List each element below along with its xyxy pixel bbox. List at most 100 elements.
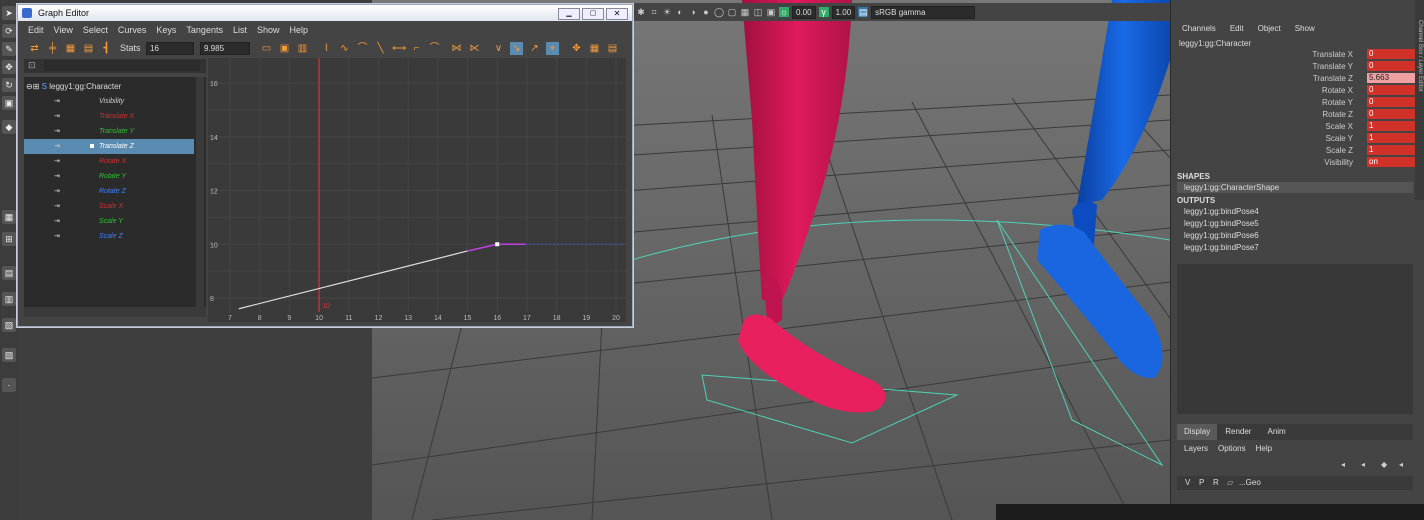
flat-tangent-icon[interactable]: ⟷ — [392, 42, 406, 55]
cb-attr-value[interactable]: 5.663 — [1367, 73, 1415, 83]
snap-icon[interactable]: ✥ — [570, 42, 583, 55]
cb-menu-object[interactable]: Object — [1258, 24, 1281, 33]
outliner-channel-row[interactable]: ⇥ Translate X — [24, 109, 194, 124]
graph-curves[interactable]: 7 8 9 10 11 12 13 14 15 16 17 18 19 20 16 14 12 10 8 10 — [208, 58, 626, 322]
exposure-input[interactable]: 0.00 — [792, 5, 816, 19]
outliner-channel-row[interactable]: ⇥ Scale Y — [24, 214, 194, 229]
menu-tangents[interactable]: Tangents — [186, 21, 223, 39]
break-tangent-icon[interactable]: ⋈ — [450, 42, 463, 55]
layout-persp-icon[interactable]: ▧ — [2, 318, 16, 332]
layer-add-icon[interactable]: ◆ — [1381, 460, 1387, 469]
cb-side-tab[interactable]: Channel Box / Layer Editor — [1415, 0, 1424, 200]
shape-row[interactable]: leggy1:gg:CharacterShape — [1177, 182, 1413, 193]
outliner-channel-row[interactable]: ⇥ Scale Z — [24, 229, 194, 244]
filter-input[interactable] — [44, 60, 200, 71]
graph-editor-titlebar[interactable]: Graph Editor ▁ ▢ ✕ — [18, 5, 632, 21]
cb-attr-value[interactable]: 0 — [1367, 61, 1415, 71]
stats-value-input[interactable]: 9.985 — [200, 42, 250, 55]
select-tool-icon[interactable]: ➤ — [2, 6, 16, 20]
layer-row[interactable]: V P R ▱ ...Geo — [1177, 476, 1413, 490]
layout-side-icon[interactable]: ▤ — [2, 266, 16, 280]
rotate-tool-icon[interactable]: ↻ — [2, 78, 16, 92]
layout-stack-icon[interactable]: ▥ — [2, 292, 16, 306]
layout-outliner-icon[interactable]: ▨ — [2, 348, 16, 362]
layer-menu-options[interactable]: Options — [1218, 444, 1246, 453]
more-icon[interactable]: · — [2, 378, 16, 392]
outliner-channel-row[interactable]: ⇥ Scale X — [24, 199, 194, 214]
cb-attr-row[interactable]: Rotate Y 0 — [1171, 97, 1415, 109]
texture-icon[interactable]: ◑ — [688, 7, 698, 17]
spline-tangent-icon[interactable]: ∿ — [338, 42, 351, 55]
unify-tangent-icon[interactable]: ⋉ — [468, 42, 481, 55]
cb-attr-value[interactable]: 0 — [1367, 49, 1415, 59]
cb-attr-value[interactable]: 0 — [1367, 109, 1415, 119]
scale-tool-icon[interactable]: ▣ — [2, 96, 16, 110]
cb-attr-row[interactable]: Rotate Z 0 — [1171, 109, 1415, 121]
outliner-channel-row[interactable]: ⇥ Translate Y — [24, 124, 194, 139]
cb-attr-row[interactable]: Translate X 0 — [1171, 49, 1415, 61]
tab-render[interactable]: Render — [1217, 424, 1259, 440]
cb-attr-value[interactable]: on — [1367, 157, 1415, 167]
outliner-channel-row[interactable]: ⇥ Rotate Z — [24, 184, 194, 199]
frame-all-icon[interactable]: ▭ — [260, 42, 273, 55]
layer-move-icon[interactable]: ◂ — [1361, 460, 1365, 469]
tab-anim[interactable]: Anim — [1259, 424, 1293, 440]
output-item[interactable]: leggy1:gg:bindPose7 — [1184, 243, 1259, 252]
unlock-weight-icon[interactable]: ↗ — [528, 42, 541, 55]
outliner-channel-row[interactable]: ⇥ Translate Z — [24, 139, 194, 154]
cb-menu-show[interactable]: Show — [1295, 24, 1315, 33]
layout-single-icon[interactable]: ▦ — [2, 210, 16, 224]
outliner-root-row[interactable]: ⊖⊞ S leggy1:gg:Character — [24, 79, 194, 94]
cb-attr-row[interactable]: Visibility on — [1171, 157, 1415, 169]
lattice-icon[interactable]: ▦ — [64, 42, 77, 55]
gamma-icon[interactable]: γ — [818, 7, 829, 17]
menu-edit[interactable]: Edit — [28, 21, 44, 39]
outliner-hscroll[interactable] — [24, 307, 206, 317]
layer-menu-layers[interactable]: Layers — [1184, 444, 1208, 453]
cb-attr-row[interactable]: Scale X 1 — [1171, 121, 1415, 133]
filter-icon[interactable]: ⊡ — [28, 60, 36, 71]
layer-render-toggle[interactable]: R — [1213, 476, 1219, 490]
menu-curves[interactable]: Curves — [118, 21, 147, 39]
frame-icon[interactable]: ▢ — [727, 7, 737, 17]
move-tool-icon[interactable]: ✥ — [2, 60, 16, 74]
buffer-icon[interactable]: ⌖ — [546, 42, 559, 55]
cb-attr-value[interactable]: 0 — [1367, 97, 1415, 107]
layout-four-icon[interactable]: ⊞ — [2, 232, 16, 246]
cb-attr-value[interactable]: 0 — [1367, 85, 1415, 95]
minimize-button[interactable]: ▁ — [558, 8, 580, 20]
maximize-button[interactable]: ▢ — [582, 8, 604, 20]
stats-frame-input[interactable]: 16 — [146, 42, 194, 55]
output-item[interactable]: leggy1:gg:bindPose5 — [1184, 219, 1259, 228]
expand-icon[interactable]: ⊞ — [33, 82, 40, 91]
cb-menu-channels[interactable]: Channels — [1182, 24, 1216, 33]
sphere-icon[interactable]: ● — [701, 7, 711, 17]
xray-icon[interactable]: ◫ — [753, 7, 763, 17]
auto-tangent-icon[interactable]: ⌇ — [320, 42, 333, 55]
plateau-tangent-icon[interactable]: ⌒ — [428, 42, 441, 55]
close-button[interactable]: ✕ — [606, 8, 628, 20]
cb-attr-row[interactable]: Scale Z 1 — [1171, 145, 1415, 157]
trax-icon[interactable]: ▤ — [606, 42, 619, 55]
cb-attr-row[interactable]: Scale Y 1 — [1171, 133, 1415, 145]
outliner-channel-row[interactable]: ⇥ Rotate Y — [24, 169, 194, 184]
cb-attr-row[interactable]: Rotate X 0 — [1171, 85, 1415, 97]
outliner-scrollbar[interactable] — [196, 77, 204, 309]
cb-attr-row[interactable]: Translate Y 0 — [1171, 61, 1415, 73]
layer-select-icon[interactable]: ◂ — [1399, 460, 1403, 469]
outliner-channel-row[interactable]: ⇥ Rotate X — [24, 154, 194, 169]
graph-area[interactable]: 7 8 9 10 11 12 13 14 15 16 17 18 19 20 16 14 12 10 8 10 — [208, 58, 626, 322]
retime-icon[interactable]: ┫ — [100, 42, 113, 55]
colorspace-icon[interactable]: ▤ — [858, 7, 869, 17]
lock-weight-icon[interactable]: ↘ — [510, 42, 523, 55]
region-icon[interactable]: ▤ — [82, 42, 95, 55]
camera-icon[interactable]: ✱ — [636, 7, 646, 17]
menu-select[interactable]: Select — [83, 21, 108, 39]
free-weight-icon[interactable]: ∨ — [492, 42, 505, 55]
layer-new-icon[interactable]: ◂ — [1341, 460, 1345, 469]
layer-menu-help[interactable]: Help — [1256, 444, 1272, 453]
cb-attr-value[interactable]: 1 — [1367, 145, 1415, 155]
frame-playback-icon[interactable]: ▥ — [296, 42, 309, 55]
cb-attr-value[interactable]: 1 — [1367, 121, 1415, 131]
cb-attr-value[interactable]: 1 — [1367, 133, 1415, 143]
